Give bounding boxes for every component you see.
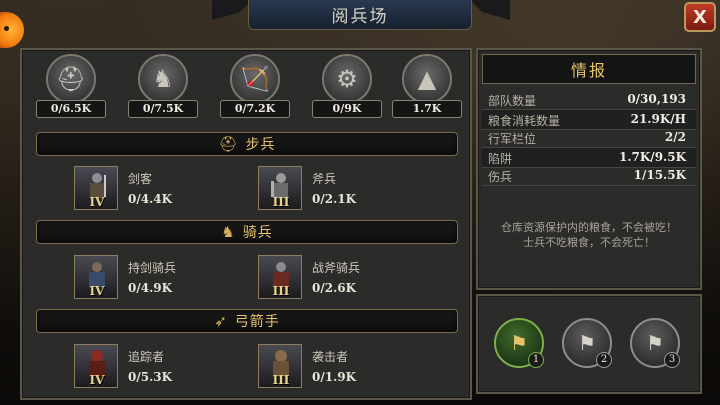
unit-name: 战斧骑兵: [312, 261, 361, 275]
category-archer: ➶ 弓箭手: [36, 309, 458, 333]
unit-count: 0/2.1K: [312, 192, 357, 206]
category-infantry: ⛑ 步兵: [36, 132, 458, 156]
flag-icon: ⚑: [510, 331, 528, 355]
stat-row: 部队数量 0/30,193: [482, 90, 696, 110]
total-siege[interactable]: ⚙ 0/9K: [312, 54, 382, 120]
flag-icon: ⚑: [578, 331, 596, 355]
troops-panel: ⛑ 0/6.5K ♞ 0/7.5K 🏹 0/7.2K ⚙ 0/9K ▲ 1.7K…: [20, 48, 472, 400]
stat-value: 1/15.5K: [633, 168, 686, 182]
unit-axe-cavalry[interactable]: III 战斧骑兵 0/2.6K: [258, 255, 438, 299]
axe-cavalry-portrait: III: [258, 255, 302, 299]
slot-number: 2: [596, 352, 612, 368]
troop-totals-row: ⛑ 0/6.5K ♞ 0/7.5K 🏹 0/7.2K ⚙ 0/9K ▲ 1.7K: [22, 54, 470, 120]
page-title: 阅兵场: [248, 0, 472, 30]
unit-count: 0/4.4K: [128, 192, 173, 206]
axeman-portrait: III: [258, 166, 302, 210]
march-slot-2[interactable]: ⚑ 2: [562, 318, 612, 368]
flag-icon: ⚑: [646, 331, 664, 355]
unit-tracker[interactable]: IV 追踪者 0/5.3K: [74, 344, 254, 388]
unit-name: 持剑骑兵: [128, 261, 177, 275]
total-infantry[interactable]: ⛑ 0/6.5K: [36, 54, 106, 120]
slot-number: 1: [528, 352, 544, 368]
unit-sword-cavalry[interactable]: IV 持剑骑兵 0/4.9K: [74, 255, 254, 299]
sword-cavalry-portrait: IV: [74, 255, 118, 299]
info-title: 情报: [482, 54, 696, 84]
unit-name: 追踪者: [128, 350, 165, 364]
close-button[interactable]: X: [684, 2, 716, 32]
category-label: 弓箭手: [234, 314, 280, 330]
stat-value: 2/2: [664, 130, 686, 144]
unit-count: 0/2.6K: [312, 281, 357, 295]
tier-badge: IV: [89, 195, 105, 209]
total-value: 0/7.2K: [220, 100, 290, 118]
total-value: 1.7K: [392, 100, 462, 118]
unit-name: 袭击者: [312, 350, 349, 364]
siege-catapult-icon: ⚙: [322, 54, 372, 104]
total-value: 0/7.5K: [128, 100, 198, 118]
tier-badge: III: [272, 195, 290, 209]
march-slots-panel: ⚑ 1 ⚑ 2 ⚑ 3: [476, 294, 702, 394]
stat-value: 0/30,193: [627, 92, 686, 106]
tier-badge: III: [272, 373, 290, 387]
unit-count: 0/1.9K: [312, 370, 357, 384]
stat-row: 陷阱 1.7K/9.5K: [482, 148, 696, 168]
note-line: 仓库资源保护内的粮食，不会被吃！: [501, 221, 677, 234]
stat-row: 伤兵 1/15.5K: [482, 166, 696, 186]
note-line: 士兵不吃粮食，不会死亡！: [523, 236, 655, 249]
stat-label: 陷阱: [488, 152, 513, 166]
category-label: 步兵: [245, 137, 276, 153]
info-panel: 情报 部队数量 0/30,193 粮食消耗数量 21.9K/H 行军栏位 2/2…: [476, 48, 702, 290]
category-label: 骑兵: [242, 225, 273, 241]
total-value: 0/6.5K: [36, 100, 106, 118]
stat-value: 1.7K/9.5K: [619, 150, 686, 164]
march-slot-3[interactable]: ⚑ 3: [630, 318, 680, 368]
stat-label: 伤兵: [488, 170, 513, 184]
stat-label: 部队数量: [488, 94, 537, 108]
stat-row: 行军栏位 2/2: [482, 128, 696, 148]
cavalry-horse-icon: ♞: [138, 54, 188, 104]
stat-label: 粮食消耗数量: [488, 114, 561, 128]
total-archer[interactable]: 🏹 0/7.2K: [220, 54, 290, 120]
helmet-icon: ⛑: [218, 135, 238, 153]
stat-label: 行军栏位: [488, 132, 537, 146]
archer-bow-icon: 🏹: [230, 54, 280, 104]
unit-name: 剑客: [128, 172, 153, 186]
tier-badge: IV: [89, 284, 105, 298]
stat-value: 21.9K/H: [630, 112, 686, 126]
unit-swordsman[interactable]: IV 剑客 0/4.4K: [74, 166, 254, 210]
infantry-helmet-icon: ⛑: [46, 54, 96, 104]
total-cavalry[interactable]: ♞ 0/7.5K: [128, 54, 198, 120]
tier-badge: IV: [89, 373, 105, 387]
info-note: 仓库资源保护内的粮食，不会被吃！ 士兵不吃粮食，不会死亡！: [482, 220, 696, 250]
march-slot-1[interactable]: ⚑ 1: [494, 318, 544, 368]
tracker-portrait: IV: [74, 344, 118, 388]
stat-row: 粮食消耗数量 21.9K/H: [482, 110, 696, 130]
swordsman-portrait: IV: [74, 166, 118, 210]
bow-icon: ➶: [214, 312, 227, 330]
unit-axeman[interactable]: III 斧兵 0/2.1K: [258, 166, 438, 210]
unit-raider[interactable]: III 袭击者 0/1.9K: [258, 344, 438, 388]
total-value: 0/9K: [312, 100, 382, 118]
unit-name: 斧兵: [312, 172, 337, 186]
slot-number: 3: [664, 352, 680, 368]
category-cavalry: ♞ 骑兵: [36, 220, 458, 244]
unit-count: 0/4.9K: [128, 281, 173, 295]
total-traps[interactable]: ▲ 1.7K: [392, 54, 462, 120]
horse-head-icon: ♞: [221, 223, 235, 241]
trap-spikes-icon: ▲: [402, 54, 452, 104]
tier-badge: III: [272, 284, 290, 298]
unit-count: 0/5.3K: [128, 370, 173, 384]
raider-portrait: III: [258, 344, 302, 388]
